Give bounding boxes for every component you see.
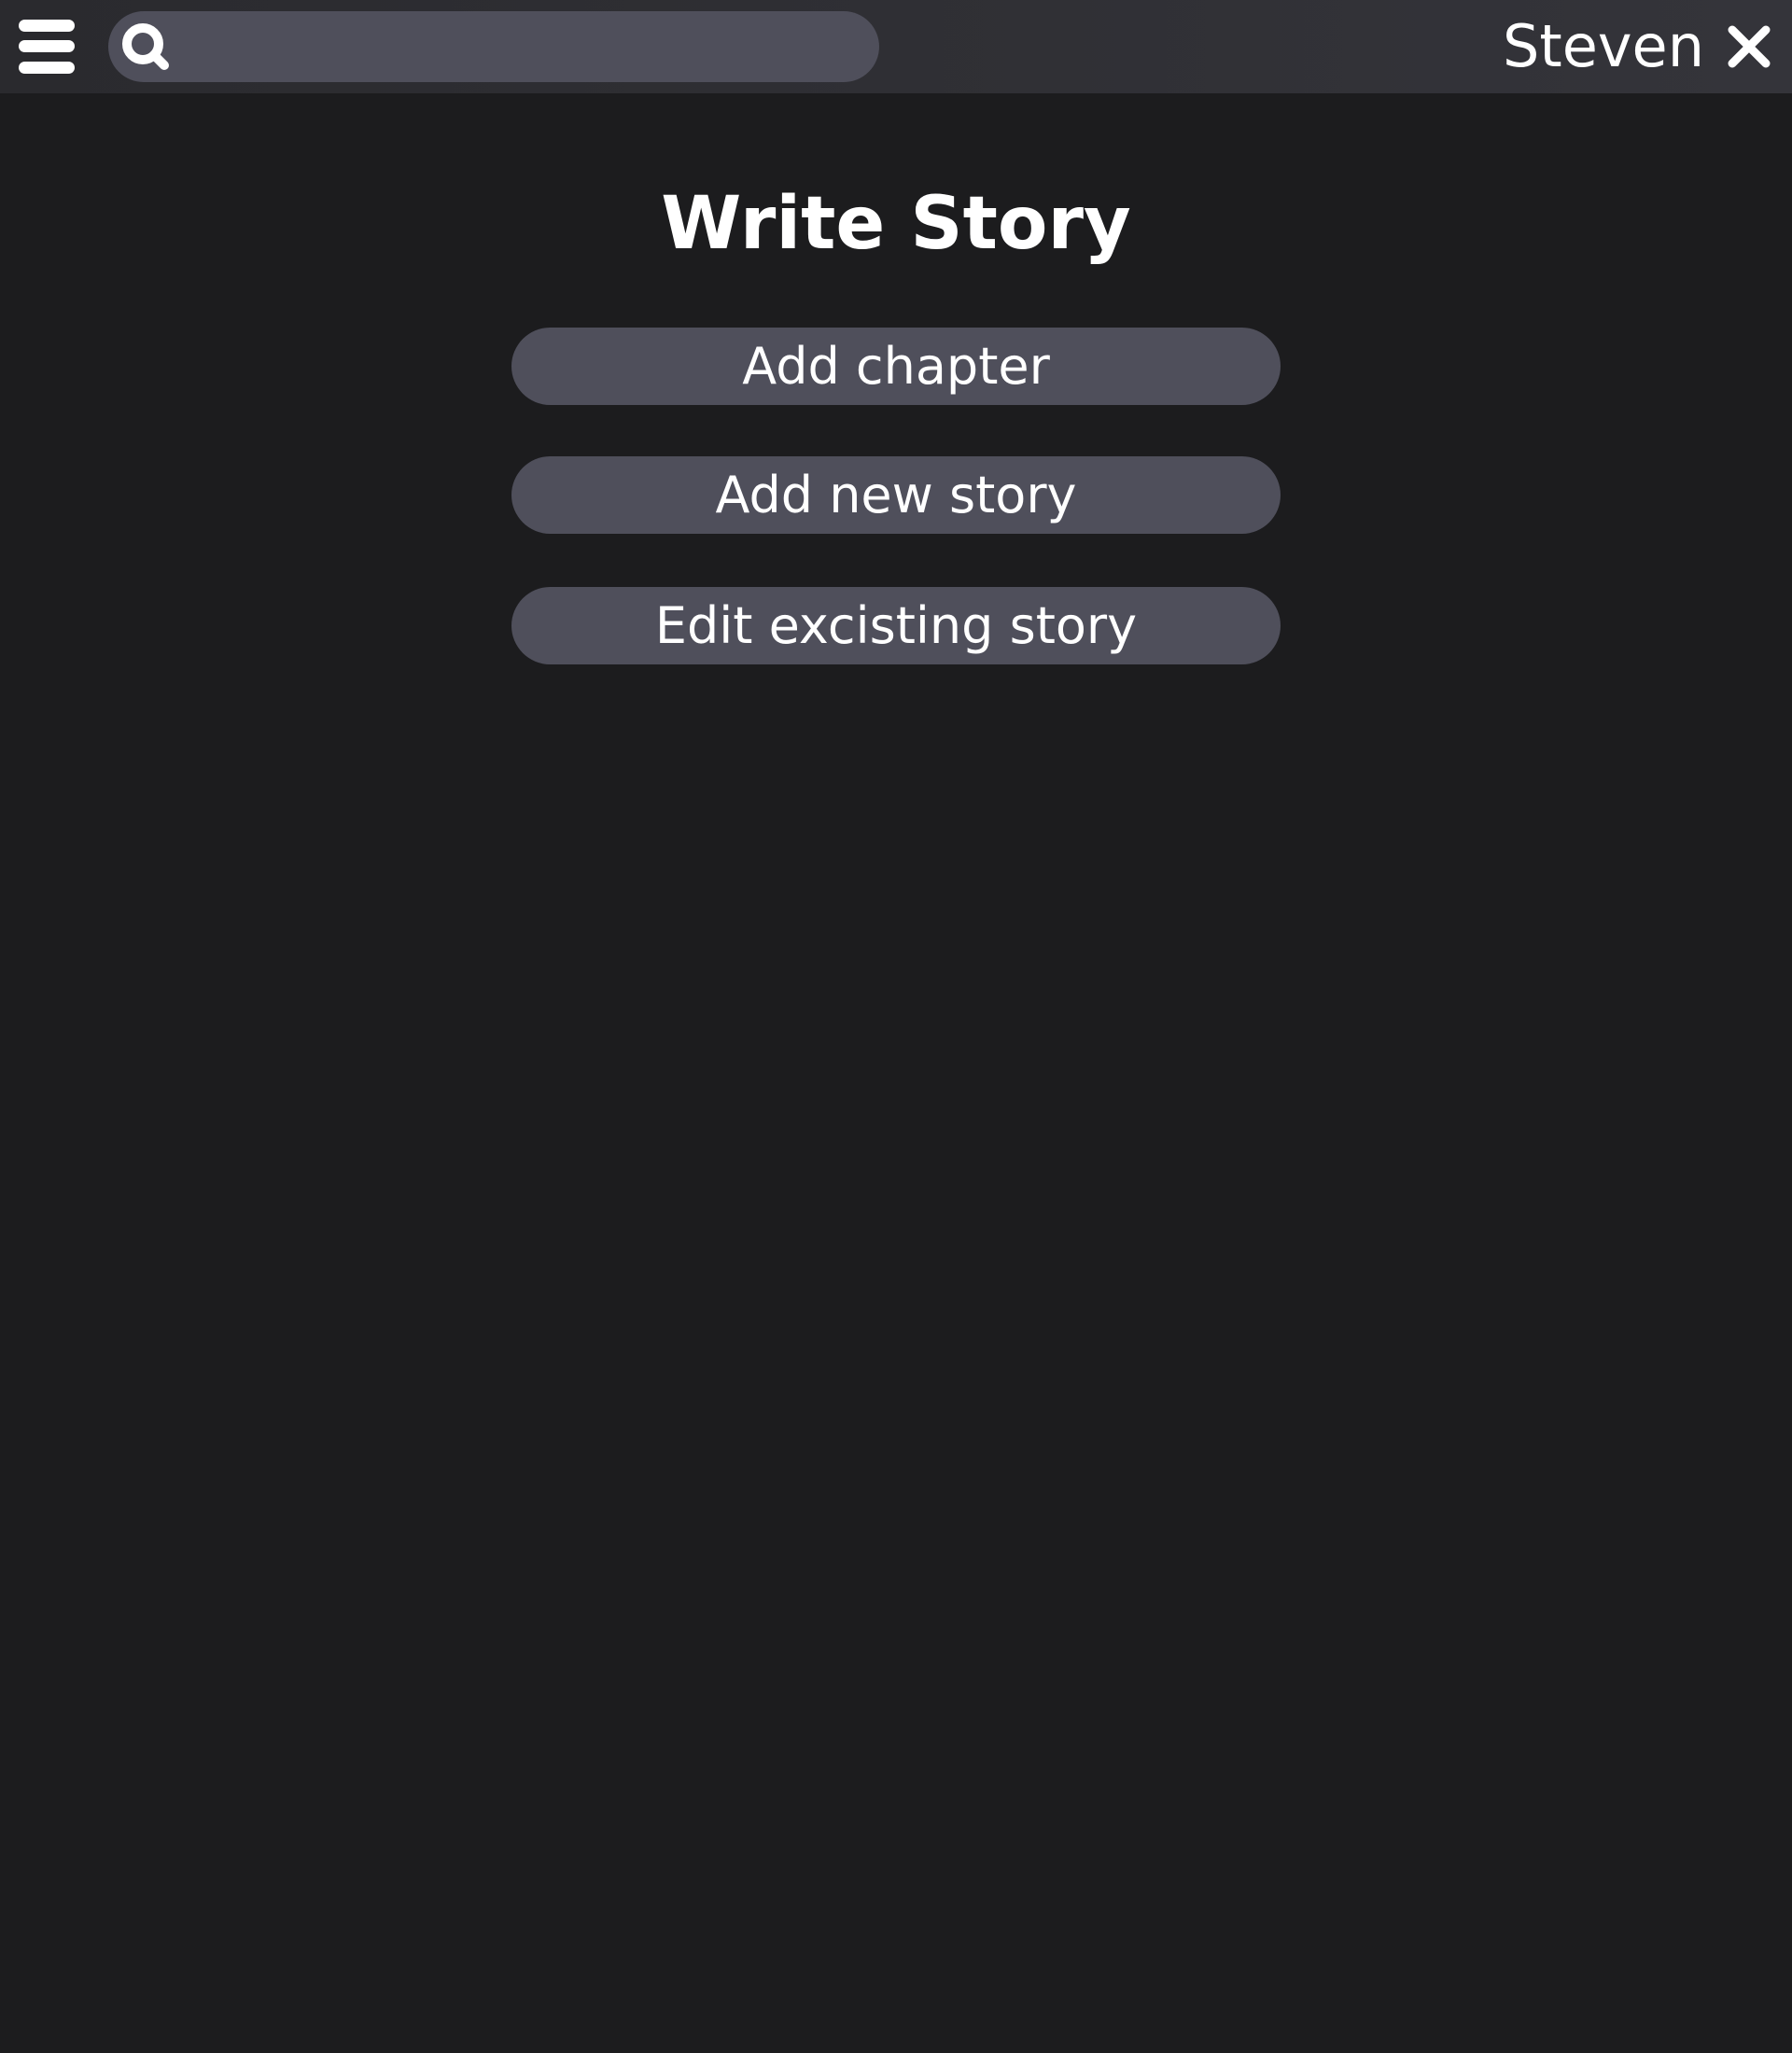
search-bar[interactable] [108, 11, 879, 82]
search-input[interactable] [185, 11, 857, 82]
close-icon[interactable] [1727, 24, 1771, 69]
edit-existing-story-button[interactable]: Edit excisting story [511, 587, 1281, 664]
search-icon[interactable] [118, 19, 174, 75]
user-name[interactable]: Steven [1503, 7, 1704, 86]
add-new-story-button[interactable]: Add new story [511, 456, 1281, 534]
top-bar: Steven [0, 0, 1792, 93]
page-title: Write Story [661, 182, 1131, 266]
menu-line [19, 20, 75, 32]
menu-line [19, 40, 75, 52]
hamburger-menu-icon[interactable] [19, 20, 75, 74]
add-chapter-button[interactable]: Add chapter [511, 328, 1281, 405]
menu-line [19, 62, 75, 74]
